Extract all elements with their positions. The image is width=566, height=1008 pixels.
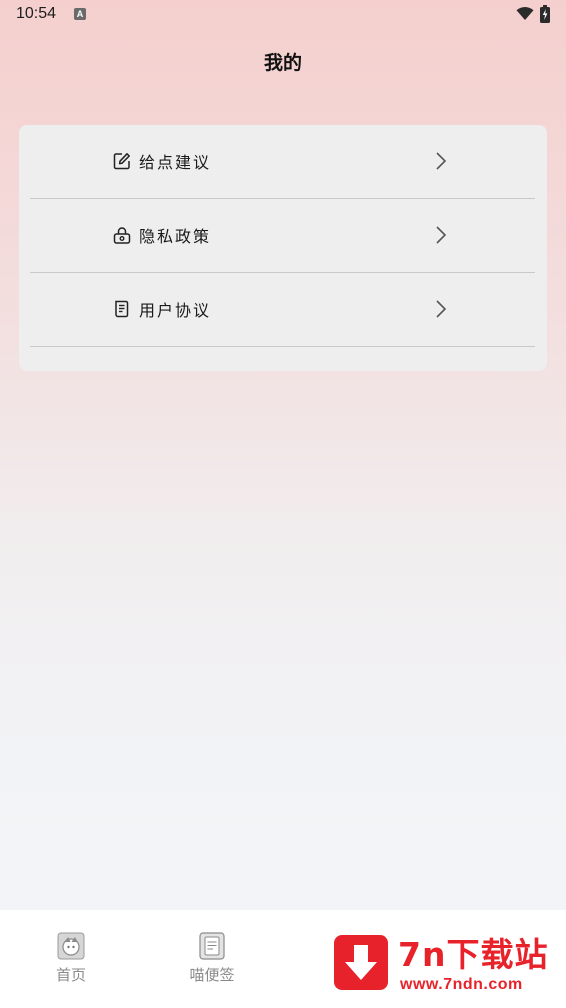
document-icon [115, 300, 129, 318]
download-logo-icon [334, 935, 388, 990]
menu-item-user-agreement[interactable]: 用户协议 [30, 273, 535, 347]
chevron-right-icon [436, 152, 447, 170]
battery-icon [540, 5, 550, 23]
home-icon [57, 932, 85, 960]
notification-a-icon: A [74, 8, 86, 20]
status-bar: 10:54 A [0, 0, 566, 30]
menu-item-label: 隐私政策 [139, 227, 212, 246]
lock-icon [113, 227, 131, 244]
watermark-url: www.7ndn.com [400, 976, 523, 993]
tab-notes-label: 喵便签 [189, 966, 235, 984]
status-icons [516, 5, 550, 23]
tab-notes[interactable]: 喵便签 [172, 932, 252, 992]
status-time: 10:54 [16, 5, 57, 22]
notepad-icon [199, 932, 225, 960]
edit-icon [113, 153, 130, 170]
menu-item-label: 用户协议 [139, 301, 212, 320]
tab-home[interactable]: 首页 [31, 932, 111, 992]
menu-card: 给点建议 隐私政策 用户协议 [19, 125, 547, 371]
chevron-right-icon [436, 226, 447, 244]
watermark: 7n下载站 www.7ndn.com [318, 912, 566, 1008]
chevron-right-icon [436, 300, 447, 318]
menu-item-feedback[interactable]: 给点建议 [30, 125, 535, 199]
wifi-icon [516, 7, 534, 20]
menu-item-label: 给点建议 [139, 153, 212, 172]
tab-home-label: 首页 [55, 966, 86, 984]
menu-item-privacy[interactable]: 隐私政策 [30, 199, 535, 273]
watermark-brand: 7n下载站 [398, 935, 549, 974]
page-title: 我的 [263, 52, 302, 74]
